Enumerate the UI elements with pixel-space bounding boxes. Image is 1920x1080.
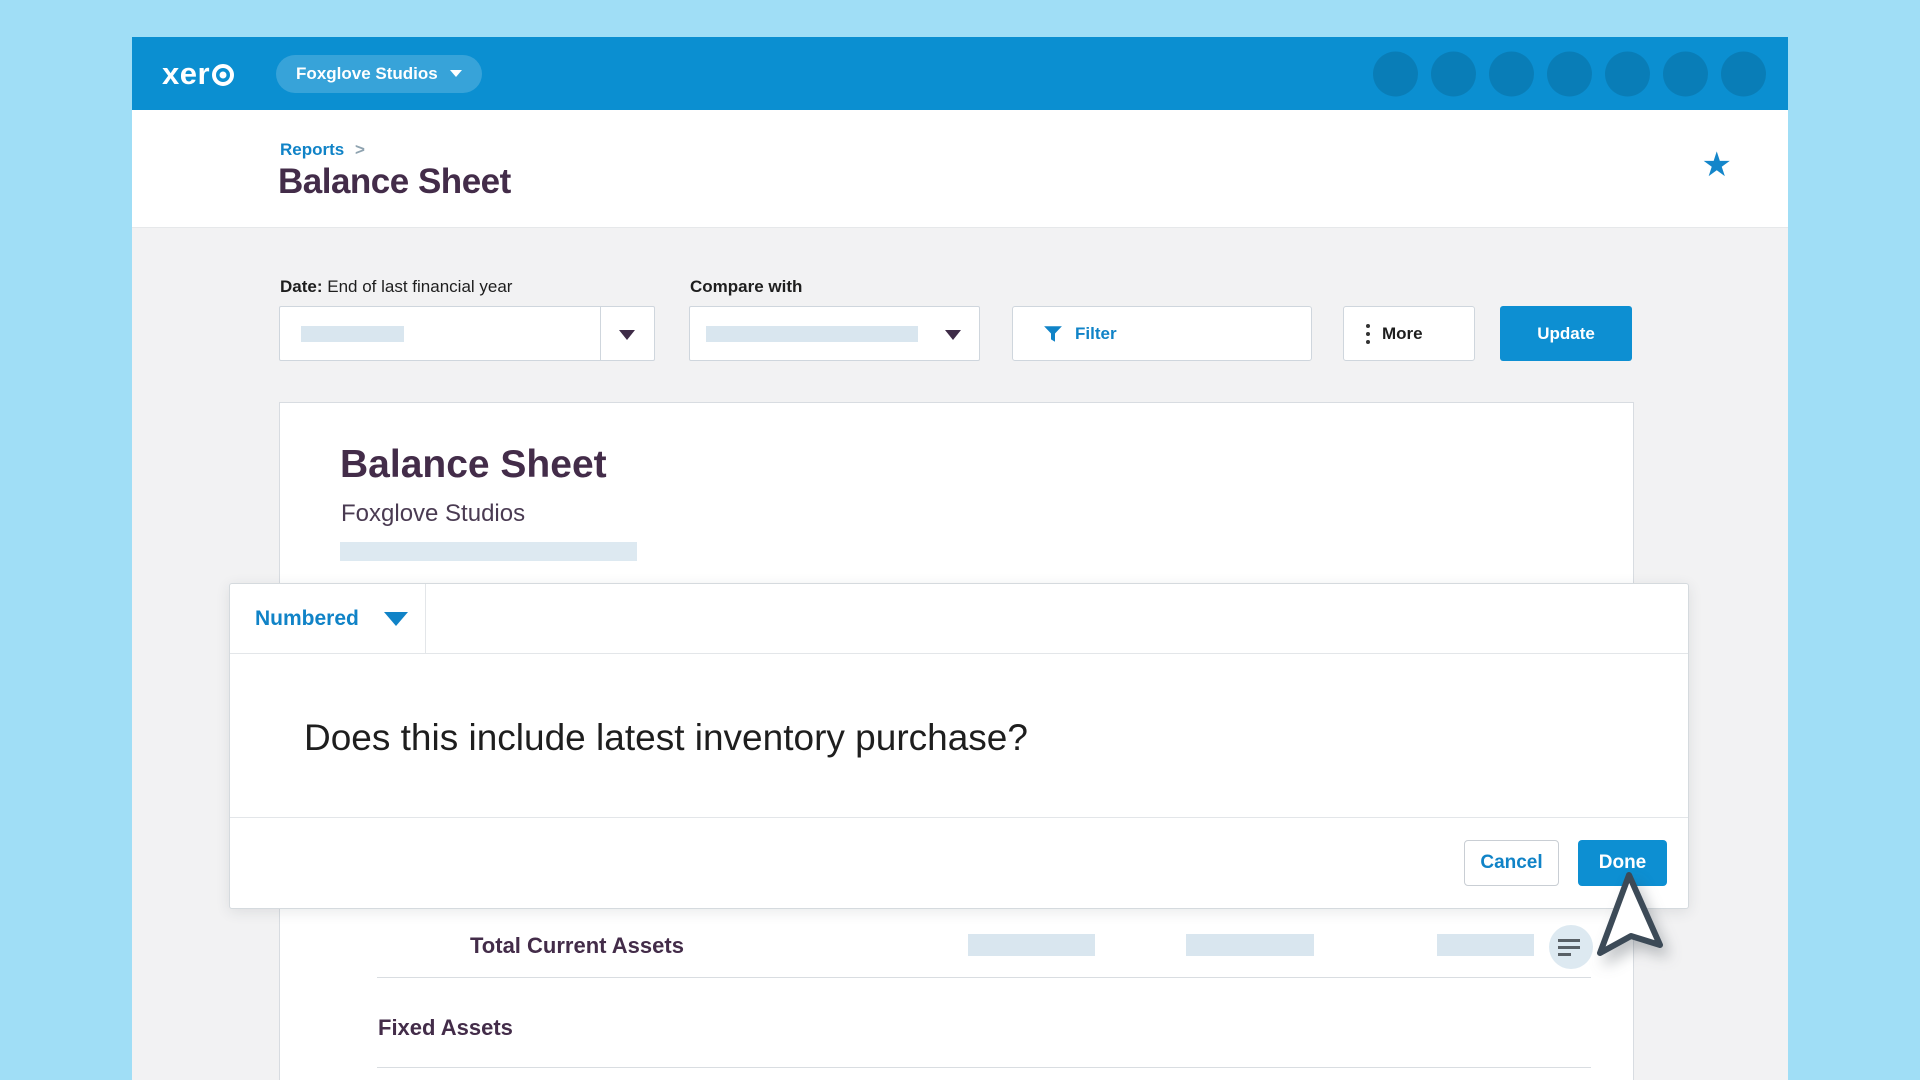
report-subtitle: Foxglove Studios [341,500,526,527]
nav-circle-icon[interactable] [1605,51,1650,96]
nav-circle-icon[interactable] [1721,51,1766,96]
organisation-name: Foxglove Studios [296,63,438,83]
more-button[interactable]: More [1343,306,1475,361]
nav-circle-icon[interactable] [1547,51,1592,96]
done-button-label: Done [1598,852,1647,873]
breadcrumb-reports-link[interactable]: Reports [280,140,344,159]
annotation-question-text[interactable]: Does this include latest inventory purch… [304,717,1028,759]
fixed-assets-row: Fixed Assets [378,1015,513,1040]
date-select-placeholder-bar [301,326,404,342]
row-divider [377,977,1591,978]
xero-logo-o-icon [212,63,235,86]
nav-circle-icon[interactable] [1489,51,1534,96]
date-label-bold: Date: [280,277,323,296]
update-button-label: Update [1537,323,1595,343]
total-current-assets-row: Total Current Assets [470,933,684,958]
update-button[interactable]: Update [1500,306,1632,361]
report-title: Balance Sheet [340,443,607,486]
date-value: End of last financial year [327,277,513,296]
amount-placeholder-bar [1186,934,1314,956]
compare-with-select[interactable] [689,306,980,361]
page-title: Balance Sheet [278,162,511,201]
amount-placeholder-bar [968,934,1095,956]
report-date-placeholder-bar [340,542,637,561]
cancel-button[interactable]: Cancel [1464,840,1559,886]
xero-logo-text: xer [162,55,211,91]
breadcrumb-separator: > [354,140,365,159]
date-label: Date: End of last financial year [280,277,512,297]
compare-with-label-bold: Compare with [690,277,803,296]
funnel-icon [1044,325,1062,342]
dialog-header: Numbered [230,584,1688,654]
dialog-footer-divider [230,817,1688,818]
chevron-down-icon [449,70,462,77]
annotation-dialog: Numbered Does this include latest invent… [229,583,1689,909]
kebab-menu-icon [1366,323,1370,344]
chevron-down-icon [945,330,961,340]
breadcrumb: Reports > [280,140,365,160]
done-button[interactable]: Done [1578,840,1667,886]
favorite-star-icon[interactable]: ★ [1702,148,1732,182]
xero-logo: xer [162,55,235,92]
filter-button-label: Filter [1075,323,1117,343]
more-button-label: More [1382,323,1423,343]
compare-select-placeholder-bar [706,326,918,342]
nav-circle-icon[interactable] [1373,51,1418,96]
date-select-divider [600,307,601,360]
top-navigation-bar: xer Foxglove Studios [132,37,1788,110]
desktop-background: xer Foxglove Studios Reports > Balance S… [0,0,1920,1080]
annotation-icon[interactable] [1549,925,1593,969]
filter-button[interactable]: Filter [1012,306,1312,361]
numbering-dropdown-label: Numbered [255,607,359,630]
chevron-down-icon [383,612,408,626]
row-divider [377,1067,1591,1068]
compare-with-label: Compare with [690,277,802,297]
nav-circle-icon[interactable] [1431,51,1476,96]
organisation-selector[interactable]: Foxglove Studios [276,54,482,93]
chevron-down-icon [619,330,635,340]
page-header: Reports > Balance Sheet ★ [132,110,1788,228]
numbering-dropdown[interactable]: Numbered [230,584,426,654]
nav-icon-group [1373,51,1766,96]
date-select[interactable] [279,306,655,361]
nav-circle-icon[interactable] [1663,51,1708,96]
cancel-button-label: Cancel [1480,852,1543,873]
amount-placeholder-bar [1437,934,1534,956]
